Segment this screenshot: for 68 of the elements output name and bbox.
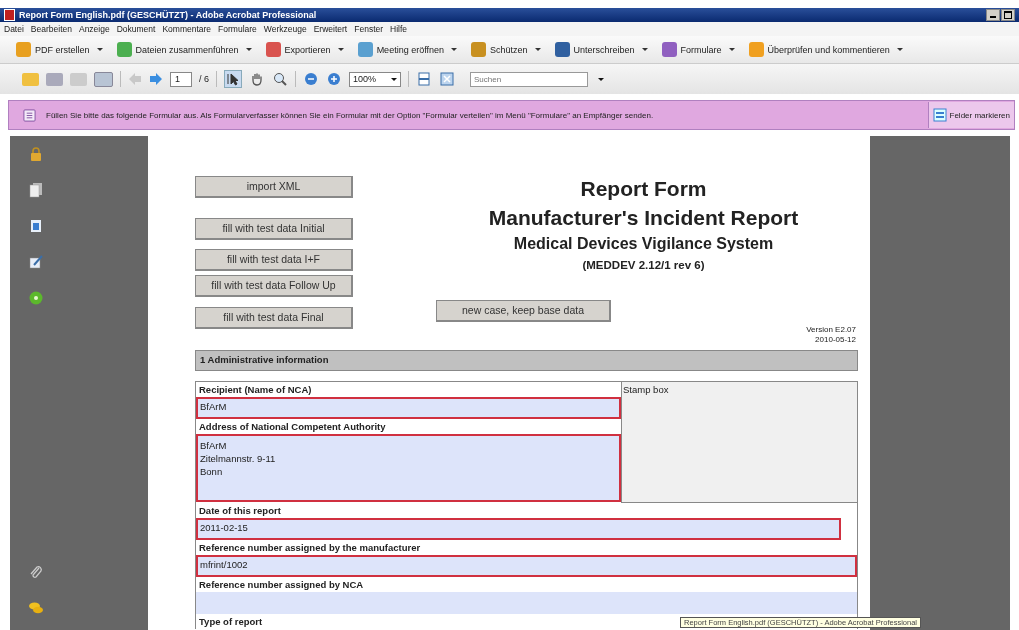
toolbar-button[interactable]: Exportieren bbox=[265, 42, 344, 57]
form-subtitle: Manufacturer's Incident Report bbox=[488, 205, 799, 231]
window-title: Report Form English.pdf (GESCHÜTZT) - Adobe Acrobat Professional bbox=[19, 10, 317, 20]
fields-icon bbox=[932, 108, 947, 122]
lock-icon[interactable] bbox=[28, 146, 44, 162]
field-label: Type of report bbox=[198, 615, 264, 629]
search-field[interactable]: Suchen bbox=[470, 71, 588, 87]
toolbar-button[interactable]: Überprüfen und kommentieren bbox=[748, 42, 903, 57]
reference-text: (MEDDEV 2.12/1 rev 6) bbox=[582, 258, 705, 273]
toolbar-button[interactable]: Unterschreiben bbox=[554, 42, 648, 57]
page-count: / 6 bbox=[199, 74, 209, 84]
field-label: Recipient (Name of NCA) bbox=[198, 383, 313, 397]
form-button[interactable]: fill with test data Initial bbox=[195, 218, 353, 240]
version-date: 2010-05-12 bbox=[815, 335, 856, 345]
form-button[interactable]: fill with test data I+F bbox=[195, 249, 353, 271]
text-field[interactable]: BfArM bbox=[196, 397, 621, 419]
menu-item[interactable]: Fenster bbox=[354, 24, 384, 34]
menu-item[interactable]: Datei bbox=[4, 24, 24, 34]
menu-item[interactable]: Formulare bbox=[218, 24, 257, 34]
document-icon[interactable] bbox=[28, 218, 44, 234]
next-page-icon[interactable] bbox=[149, 72, 163, 86]
toolbar-button[interactable]: Formulare bbox=[661, 42, 735, 57]
page-number-field[interactable]: 1 bbox=[170, 71, 192, 87]
menu-item[interactable]: Hilfe bbox=[390, 24, 408, 34]
minimize-button[interactable] bbox=[986, 9, 1000, 21]
menu-item[interactable]: Bearbeiten bbox=[30, 24, 72, 34]
maximize-button[interactable] bbox=[1001, 9, 1015, 21]
form-button[interactable]: import XML bbox=[195, 176, 353, 198]
toolbar-button[interactable]: Meeting eröffnen bbox=[357, 42, 457, 57]
toolbar-button[interactable]: Schützen bbox=[471, 42, 541, 57]
menu-item[interactable]: Kommentare bbox=[162, 24, 212, 34]
notice-text: Füllen Sie bitte das folgende Formular aus. Als Formularverfasser können Sie ein Formular mit der Option "Formular verteilen" im Menü "Formulare" an Empfänger senden. bbox=[46, 110, 654, 120]
menu-item[interactable]: Anzeige bbox=[78, 24, 110, 34]
select-tool-icon[interactable] bbox=[224, 70, 242, 88]
form-button[interactable]: fill with test data Final bbox=[195, 307, 353, 329]
zoom-in-icon[interactable] bbox=[326, 71, 342, 87]
toolbar-button[interactable]: Dateien zusammenführen bbox=[116, 42, 252, 57]
text-field[interactable]: BfArM Zitelmannstr. 9-11 Bonn bbox=[196, 434, 621, 502]
fit-page-icon[interactable] bbox=[439, 71, 455, 87]
text-field[interactable] bbox=[196, 592, 857, 614]
new-case-button[interactable]: new case, keep base data bbox=[436, 300, 611, 322]
text-field[interactable]: 2011-02-15 bbox=[196, 518, 841, 540]
zoom-icon[interactable] bbox=[272, 71, 288, 87]
pages-icon[interactable] bbox=[28, 182, 44, 198]
system-title: Medical Devices Vigilance System bbox=[513, 234, 774, 254]
field-label: Reference number assigned by NCA bbox=[198, 578, 365, 592]
highlight-fields-button[interactable]: Felder markieren bbox=[927, 102, 1014, 128]
field-label: Date of this report bbox=[198, 504, 282, 518]
page-layout-icon[interactable] bbox=[416, 71, 432, 87]
menu-item[interactable]: Dokument bbox=[116, 24, 156, 34]
comments-icon[interactable] bbox=[28, 600, 44, 616]
form-title: Report Form bbox=[580, 176, 707, 202]
section-header: 1 Administrative information bbox=[195, 350, 858, 371]
sign-icon[interactable] bbox=[28, 254, 44, 270]
paperclip-icon[interactable] bbox=[28, 564, 44, 580]
field-label: Address of National Competent Authority bbox=[198, 420, 387, 434]
toolbar-button[interactable]: PDF erstellen bbox=[16, 42, 103, 57]
stamp-box-label: Stamp box bbox=[623, 384, 669, 395]
zoom-field[interactable]: 100% bbox=[349, 71, 401, 87]
form-icon bbox=[23, 108, 36, 122]
field-label: Reference number assigned by the manufacturer bbox=[198, 541, 422, 555]
menu-item[interactable]: Werkzeuge bbox=[263, 24, 307, 34]
text-field[interactable]: mfrint/1002 bbox=[196, 555, 857, 577]
menu-item[interactable]: Erweitert bbox=[313, 24, 348, 34]
help-icon[interactable] bbox=[28, 290, 44, 306]
form-button[interactable]: fill with test data Follow Up bbox=[195, 275, 353, 297]
version-text: Version E2.07 bbox=[806, 325, 856, 335]
zoom-out-icon[interactable] bbox=[303, 71, 319, 87]
